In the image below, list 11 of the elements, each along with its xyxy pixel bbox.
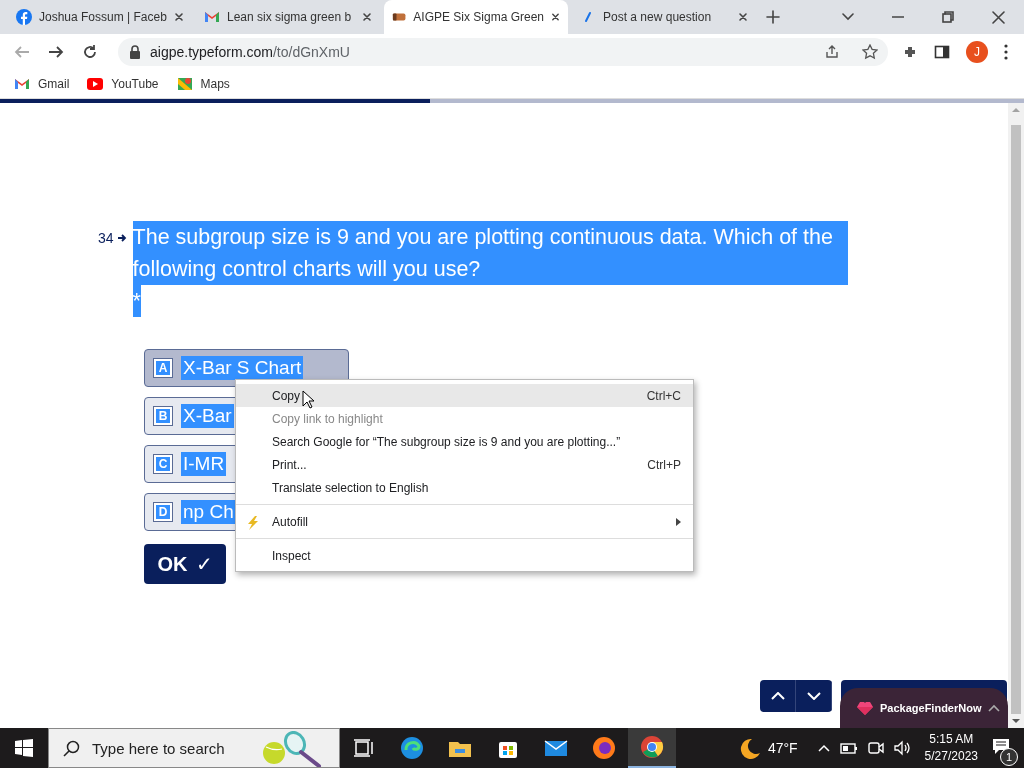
option-key: A: [153, 358, 173, 378]
question-text: The subgroup size is 9 and you are plotting continuous data. Which of the following control charts will you use?: [132, 221, 848, 285]
promo-label: PackageFinderNow: [880, 702, 982, 714]
url-text: aigpe.typeform.com/to/dGnXmU: [150, 44, 350, 60]
required-mark: *: [132, 285, 141, 317]
search-placeholder: Type here to search: [92, 739, 225, 757]
option-key: D: [153, 502, 173, 522]
question-number: 34: [98, 230, 114, 246]
notification-count: 1: [1000, 748, 1018, 766]
option-key: C: [153, 454, 173, 474]
option-key: B: [153, 406, 173, 426]
